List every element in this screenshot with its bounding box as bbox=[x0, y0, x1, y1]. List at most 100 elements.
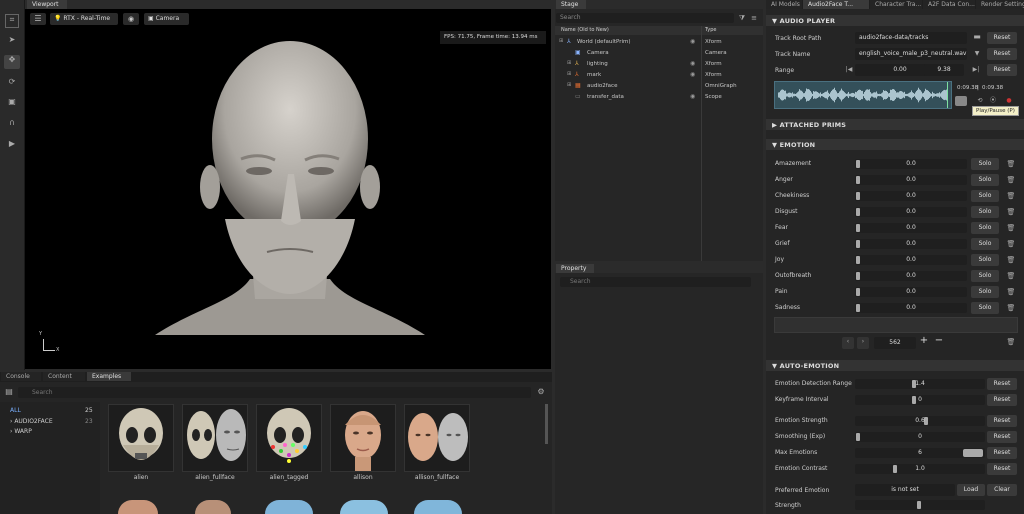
trash-icon[interactable]: 🗑 bbox=[1006, 337, 1016, 347]
solo-button[interactable]: Solo bbox=[971, 254, 999, 266]
tab-stage[interactable]: Stage bbox=[556, 0, 586, 9]
stage-row[interactable]: ⊞ ⅄ World (defaultPrim) ◉ Xform bbox=[555, 38, 763, 48]
stage-row[interactable]: ⊞ ⅄ mark ◉ Xform bbox=[555, 71, 763, 81]
chevron-down-icon[interactable]: ▼ bbox=[972, 49, 982, 59]
range-end-input[interactable]: 9.38 bbox=[924, 64, 964, 76]
auto-emotion-header[interactable]: ▼ AUTO-EMOTION bbox=[766, 360, 1024, 371]
rotate-icon[interactable]: ⟳ bbox=[5, 77, 19, 87]
trash-icon[interactable]: 🗑 bbox=[1006, 175, 1016, 185]
expand-icon[interactable]: ⊞ bbox=[567, 71, 571, 77]
trash-icon[interactable]: 🗑 bbox=[1006, 287, 1016, 297]
auto-emotion-slider[interactable]: 1.0 bbox=[855, 464, 985, 474]
renderer-select[interactable]: 💡 RTX - Real-Time bbox=[50, 13, 118, 25]
auto-emotion-slider[interactable]: 6 bbox=[855, 448, 985, 458]
solo-button[interactable]: Solo bbox=[971, 270, 999, 282]
tab-content[interactable]: Content bbox=[43, 372, 85, 381]
auto-emotion-reset-button[interactable]: Reset bbox=[987, 394, 1017, 406]
visibility-eye-icon[interactable]: ◉ bbox=[690, 71, 695, 78]
solo-button[interactable]: Solo bbox=[971, 286, 999, 298]
solo-button[interactable]: Solo bbox=[971, 206, 999, 218]
stage-row[interactable]: ⊞ ⅄ lighting ◉ Xform bbox=[555, 60, 763, 70]
property-search-input[interactable]: Search bbox=[560, 277, 751, 287]
remove-key-icon[interactable]: − bbox=[933, 336, 945, 346]
tab-character-transfer[interactable]: Character Tra... bbox=[870, 0, 922, 9]
thumb-row2-4[interactable] bbox=[340, 500, 388, 514]
category-warp[interactable]: › WARP bbox=[10, 428, 32, 435]
filter-icon[interactable]: ⧩ bbox=[737, 13, 747, 23]
emotion-slider[interactable]: 0.0 bbox=[855, 207, 967, 217]
track-name-reset-button[interactable]: Reset bbox=[987, 48, 1017, 60]
tab-property[interactable]: Property bbox=[556, 264, 594, 273]
snap-icon[interactable]: ∩ bbox=[5, 118, 19, 128]
load-button[interactable]: Load bbox=[957, 484, 985, 496]
trash-icon[interactable]: 🗑 bbox=[1006, 303, 1016, 313]
category-all[interactable]: ALL bbox=[10, 407, 21, 414]
stage-row[interactable]: ⊞ ▦ audio2face OmniGraph bbox=[555, 82, 763, 92]
next-frame-icon[interactable]: › bbox=[857, 337, 869, 349]
emotion-slider[interactable]: 0.0 bbox=[855, 223, 967, 233]
solo-button[interactable]: Solo bbox=[971, 302, 999, 314]
column-name[interactable]: Name (Old to New) bbox=[561, 27, 609, 33]
solo-button[interactable]: Solo bbox=[971, 158, 999, 170]
audio-waveform[interactable] bbox=[774, 81, 952, 109]
examples-search-input[interactable]: Search bbox=[18, 387, 531, 398]
pointer-icon[interactable]: ➤ bbox=[5, 35, 19, 45]
tab-console[interactable]: Console bbox=[1, 372, 41, 381]
loop-icon[interactable]: ⟲ bbox=[975, 96, 985, 106]
scrollbar-thumb[interactable] bbox=[545, 404, 548, 444]
prev-frame-icon[interactable]: ‹ bbox=[842, 337, 854, 349]
range-reset-button[interactable]: Reset bbox=[987, 64, 1017, 76]
thumb-row2-3[interactable] bbox=[265, 500, 313, 514]
play-icon[interactable]: ▶ bbox=[5, 139, 19, 149]
auto-emotion-slider[interactable]: 0.6 bbox=[855, 416, 985, 426]
thumb-alien[interactable] bbox=[108, 404, 174, 472]
solo-button[interactable]: Solo bbox=[971, 190, 999, 202]
visibility-eye-icon[interactable]: ◉ bbox=[690, 38, 695, 45]
frame-number-field[interactable]: 562 bbox=[874, 337, 916, 349]
thumb-row2-1[interactable] bbox=[118, 500, 158, 514]
auto-emotion-reset-button[interactable]: Reset bbox=[987, 431, 1017, 443]
move-icon[interactable]: ✥ bbox=[4, 55, 20, 69]
tab-viewport[interactable]: Viewport bbox=[27, 0, 67, 9]
auto-emotion-slider[interactable]: 0 bbox=[855, 432, 985, 442]
emotion-slider[interactable]: 0.0 bbox=[855, 239, 967, 249]
scale-icon[interactable]: ▣ bbox=[5, 97, 19, 107]
visibility-eye-icon[interactable]: ◉ bbox=[690, 60, 695, 67]
emotion-header[interactable]: ▼ EMOTION bbox=[766, 139, 1024, 150]
emotion-slider[interactable]: 0.0 bbox=[855, 175, 967, 185]
range-end-marker-icon[interactable]: ▶| bbox=[971, 65, 981, 75]
thumb-alien-fullface[interactable] bbox=[182, 404, 248, 472]
tab-audio2face[interactable]: Audio2Face T... bbox=[803, 0, 869, 9]
column-type[interactable]: Type bbox=[705, 27, 716, 33]
auto-emotion-reset-button[interactable]: Reset bbox=[987, 447, 1017, 459]
stage-row[interactable]: ▭ transfer_data ◉ Scope bbox=[555, 93, 763, 103]
play-pause-button[interactable] bbox=[955, 96, 967, 106]
trash-icon[interactable]: 🗑 bbox=[1006, 191, 1016, 201]
track-root-reset-button[interactable]: Reset bbox=[987, 32, 1017, 44]
folder-icon[interactable]: ▤ bbox=[3, 387, 15, 397]
tab-a2f-data-conversion[interactable]: A2F Data Con... bbox=[923, 0, 975, 9]
thumb-allison[interactable] bbox=[330, 404, 396, 472]
trash-icon[interactable]: 🗑 bbox=[1006, 223, 1016, 233]
record-icon[interactable]: ⦿ bbox=[988, 96, 998, 106]
solo-button[interactable]: Solo bbox=[971, 222, 999, 234]
trash-icon[interactable]: 🗑 bbox=[1006, 207, 1016, 217]
tab-examples[interactable]: Examples bbox=[87, 372, 131, 381]
visibility-eye-icon[interactable]: ◉ bbox=[690, 93, 695, 100]
emotion-slider[interactable]: 0.0 bbox=[855, 255, 967, 265]
stage-row[interactable]: ▣ Camera Camera bbox=[555, 49, 763, 59]
thumb-row2-5[interactable] bbox=[414, 500, 462, 514]
solo-button[interactable]: Solo bbox=[971, 174, 999, 186]
preferred-emotion-field[interactable]: is not set bbox=[855, 484, 955, 496]
auto-emotion-reset-button[interactable]: Reset bbox=[987, 415, 1017, 427]
emotion-slider[interactable]: 0.0 bbox=[855, 287, 967, 297]
menu-icon[interactable]: ≡ bbox=[749, 13, 759, 23]
emotion-slider[interactable]: 0.0 bbox=[855, 271, 967, 281]
folder-browse-icon[interactable]: ▬ bbox=[971, 32, 983, 42]
eye-toggle[interactable]: ◉ bbox=[123, 13, 139, 25]
trash-icon[interactable]: 🗑 bbox=[1006, 271, 1016, 281]
add-key-icon[interactable]: + bbox=[918, 336, 930, 346]
thumb-alien-tagged[interactable] bbox=[256, 404, 322, 472]
thumb-row2-2[interactable] bbox=[195, 500, 231, 514]
expand-icon[interactable]: ⊞ bbox=[559, 38, 563, 44]
